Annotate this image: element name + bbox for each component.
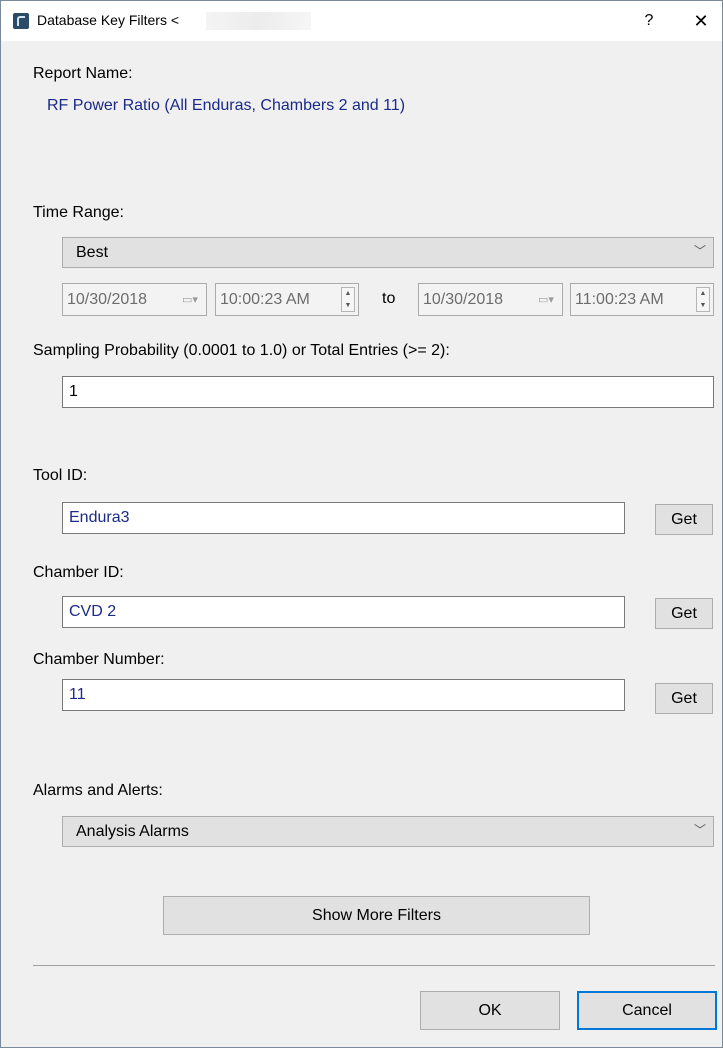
start-time-spinner[interactable]: ▲ ▼ — [341, 287, 355, 312]
start-date-value: 10/30/2018 — [67, 291, 148, 308]
cancel-button[interactable]: Cancel — [577, 991, 717, 1030]
redacted-title-area — [206, 12, 311, 30]
chevron-down-icon: ﹀ — [693, 244, 706, 258]
time-range-selected: Best — [76, 244, 109, 261]
report-name-value: RF Power Ratio (All Enduras, Chambers 2 … — [47, 97, 406, 114]
close-icon: ✕ — [693, 11, 709, 31]
show-more-filters-button[interactable]: Show More Filters — [163, 896, 590, 935]
spin-up-icon[interactable]: ▲ — [697, 288, 709, 299]
separator — [33, 965, 715, 966]
dialog-window: Database Key Filters < ? ✕ Report Name: … — [0, 0, 723, 1048]
tool-id-input[interactable]: Endura3 — [62, 502, 625, 534]
time-range-label: Time Range: — [33, 204, 124, 221]
get-chamber-id-button[interactable]: Get — [655, 598, 713, 629]
start-time-picker[interactable]: 10:00:23 AM ▲ ▼ — [215, 283, 359, 316]
time-range-select[interactable]: Best ﹀ — [62, 237, 714, 268]
spin-down-icon[interactable]: ▼ — [342, 300, 354, 311]
tool-id-value: Endura3 — [69, 509, 130, 526]
end-time-value: 11:00:23 AM — [575, 291, 664, 308]
get-tool-id-button[interactable]: Get — [655, 504, 713, 535]
alarms-label: Alarms and Alerts: — [33, 782, 163, 799]
help-button[interactable]: ? — [637, 9, 661, 33]
app-icon — [13, 13, 29, 29]
chamber-id-input[interactable]: CVD 2 — [62, 596, 625, 628]
tool-id-label: Tool ID: — [33, 467, 88, 484]
chamber-number-value: 11 — [69, 686, 86, 703]
end-time-picker[interactable]: 11:00:23 AM ▲ ▼ — [570, 283, 714, 316]
sampling-value: 1 — [69, 383, 78, 400]
help-icon: ? — [644, 12, 654, 29]
sampling-label: Sampling Probability (0.0001 to 1.0) or … — [33, 342, 450, 359]
sampling-input[interactable]: 1 — [62, 376, 714, 408]
end-date-picker[interactable]: 10/30/2018 ▭▾ — [418, 283, 563, 316]
start-date-picker[interactable]: 10/30/2018 ▭▾ — [62, 283, 207, 316]
to-label: to — [382, 290, 396, 307]
calendar-icon: ▭▾ — [182, 294, 198, 306]
spin-up-icon[interactable]: ▲ — [342, 288, 354, 299]
calendar-icon: ▭▾ — [538, 294, 554, 306]
window-title: Database Key Filters < — [37, 12, 180, 28]
chamber-number-input[interactable]: 11 — [62, 679, 625, 711]
get-chamber-number-button[interactable]: Get — [655, 683, 713, 714]
chamber-number-label: Chamber Number: — [33, 651, 165, 668]
ok-button[interactable]: OK — [420, 991, 560, 1030]
alarms-selected: Analysis Alarms — [76, 823, 189, 840]
report-name-label: Report Name: — [33, 65, 133, 82]
alarms-select[interactable]: Analysis Alarms ﹀ — [62, 816, 714, 847]
start-time-value: 10:00:23 AM — [220, 291, 310, 308]
spin-down-icon[interactable]: ▼ — [697, 300, 709, 311]
chevron-down-icon: ﹀ — [693, 823, 706, 837]
chamber-id-label: Chamber ID: — [33, 564, 124, 581]
title-bar: Database Key Filters < ? ✕ — [1, 1, 722, 41]
end-date-value: 10/30/2018 — [423, 291, 504, 308]
close-button[interactable]: ✕ — [689, 9, 713, 33]
end-time-spinner[interactable]: ▲ ▼ — [696, 287, 710, 312]
chamber-id-value: CVD 2 — [69, 603, 117, 620]
